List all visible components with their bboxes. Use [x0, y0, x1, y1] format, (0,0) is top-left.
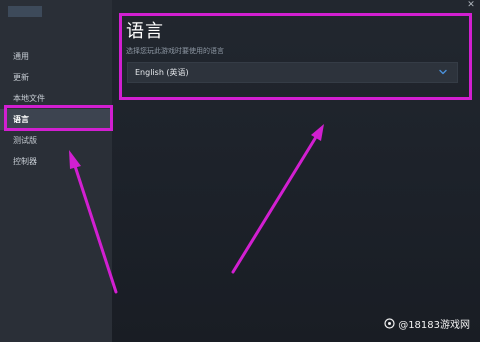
close-icon[interactable]: ✕	[466, 0, 476, 10]
sidebar-item-controller[interactable]: 控制器	[0, 151, 112, 172]
sidebar-item-language[interactable]: 语言	[0, 109, 112, 130]
settings-nav: 通用 更新 本地文件 语言 测试版 控制器	[0, 46, 112, 172]
sidebar-item-updates[interactable]: 更新	[0, 67, 112, 88]
language-select[interactable]: English (英语)	[127, 62, 458, 83]
chevron-down-icon	[439, 69, 447, 75]
sidebar-item-local-files[interactable]: 本地文件	[0, 88, 112, 109]
watermark-logo-icon	[384, 318, 395, 329]
language-description: 选择您玩此游戏时要使用的语言	[126, 47, 224, 55]
arrow-to-language-section	[231, 124, 324, 274]
language-select-value: English (英语)	[135, 68, 189, 77]
sidebar-header-blurred	[8, 6, 42, 17]
watermark-text: @18183游戏网	[398, 320, 470, 331]
watermark: @18183游戏网	[384, 316, 470, 331]
language-section-highlight-box	[119, 13, 472, 100]
settings-sidebar: 通用 更新 本地文件 语言 测试版 控制器	[0, 0, 112, 342]
sidebar-item-general[interactable]: 通用	[0, 46, 112, 67]
game-properties-window: 通用 更新 本地文件 语言 测试版 控制器 ✕ 语言 选择您玩此游戏时要使用的语…	[0, 0, 480, 342]
page-title: 语言	[126, 21, 164, 42]
sidebar-item-betas[interactable]: 测试版	[0, 130, 112, 151]
